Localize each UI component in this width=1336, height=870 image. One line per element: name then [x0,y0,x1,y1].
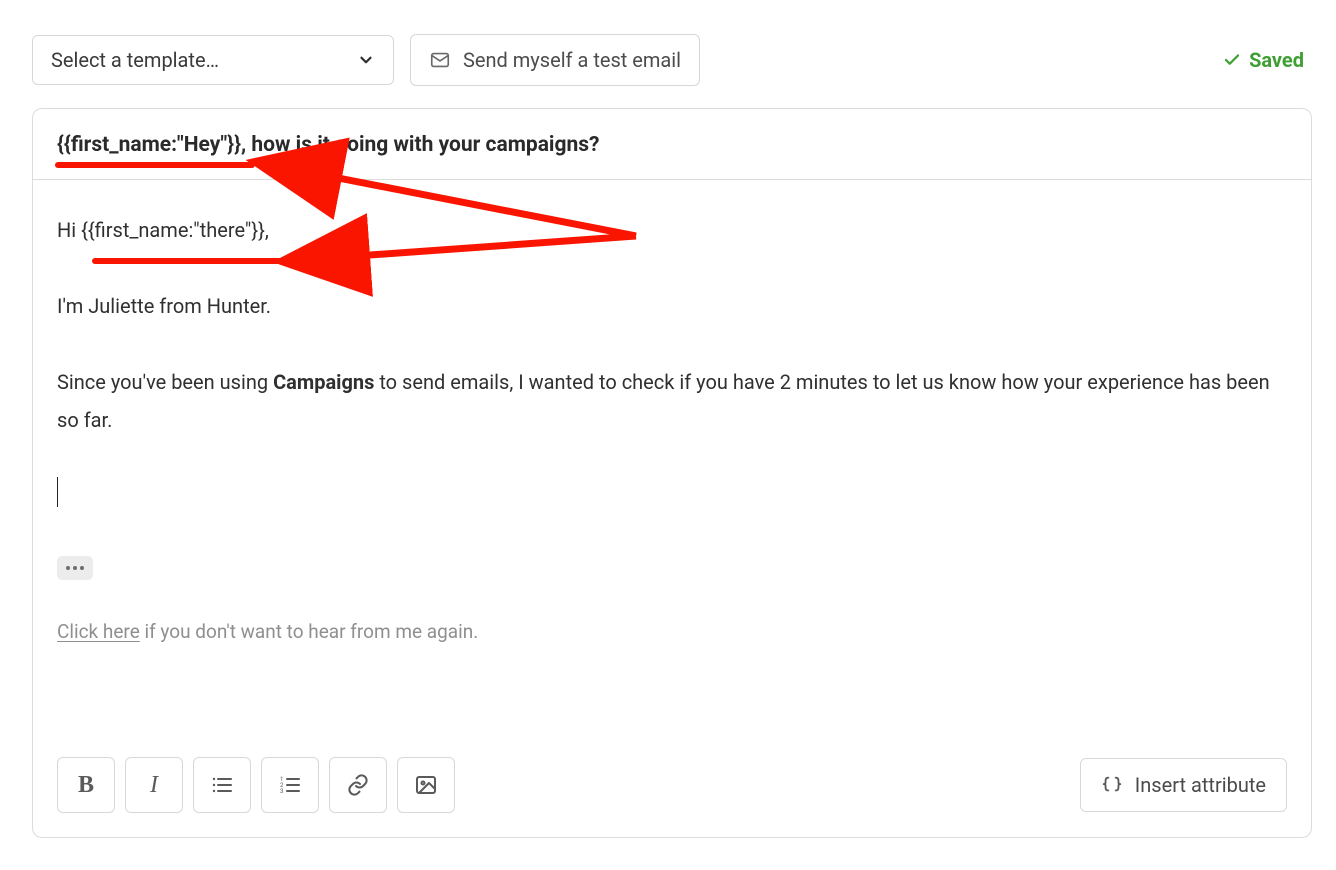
greeting-token: {{first_name:"there"}} [81,218,265,242]
subject-rest: , how is it going with your campaigns? [241,133,599,157]
svg-text:3: 3 [280,788,283,795]
collapsed-content-toggle[interactable] [57,556,93,580]
cursor-line [57,477,1287,507]
bold-button[interactable]: B [57,757,115,813]
unsubscribe-line: Click here if you don't want to hear fro… [57,614,1287,650]
envelope-icon [429,49,451,71]
bold-icon: B [78,772,94,799]
italic-icon: I [150,772,158,799]
email-body-editor[interactable]: Hi {{first_name:"there"}}, I'm Juliette … [33,189,1311,757]
greeting-prefix: Hi [57,218,81,242]
image-icon [414,773,438,797]
greeting-suffix: , [265,218,269,242]
checkmark-icon [1223,51,1241,69]
numbered-list-button[interactable]: 1 2 3 [261,757,319,813]
bulleted-list-icon [210,773,234,797]
numbered-list-icon: 1 2 3 [278,773,302,797]
image-button[interactable] [397,757,455,813]
link-icon [346,773,370,797]
braces-icon [1101,774,1123,796]
save-status: Saved [1223,48,1304,72]
insert-attribute-label: Insert attribute [1135,773,1266,797]
main-paragraph: Since you've been using Campaigns to sen… [57,363,1287,439]
chevron-down-icon [357,51,375,69]
save-status-label: Saved [1249,48,1304,72]
ellipsis-icon [64,565,86,571]
send-test-email-button[interactable]: Send myself a test email [410,34,700,86]
email-editor-card: {{first_name:"Hey"}}, how is it going wi… [32,108,1312,838]
intro-line: I'm Juliette from Hunter. [57,287,1287,325]
format-toolbar: B I 1 2 3 [57,757,1287,813]
italic-button[interactable]: I [125,757,183,813]
send-test-email-label: Send myself a test email [463,50,681,70]
insert-attribute-button[interactable]: Insert attribute [1080,758,1287,812]
unsubscribe-rest: if you don't want to hear from me again. [140,620,478,643]
link-button[interactable] [329,757,387,813]
text-caret [57,477,58,507]
greeting-line: Hi {{first_name:"there"}}, [57,211,1287,249]
unsubscribe-link[interactable]: Click here [57,620,140,643]
annotation-underline [55,162,255,168]
bold-word: Campaigns [273,370,374,394]
annotation-underline [92,258,290,264]
subject-input[interactable]: {{first_name:"Hey"}}, how is it going wi… [33,109,1311,180]
subject-token: {{first_name:"Hey"}} [57,133,241,157]
bulleted-list-button[interactable] [193,757,251,813]
template-select-placeholder: Select a template… [51,50,219,70]
template-select[interactable]: Select a template… [32,35,394,85]
